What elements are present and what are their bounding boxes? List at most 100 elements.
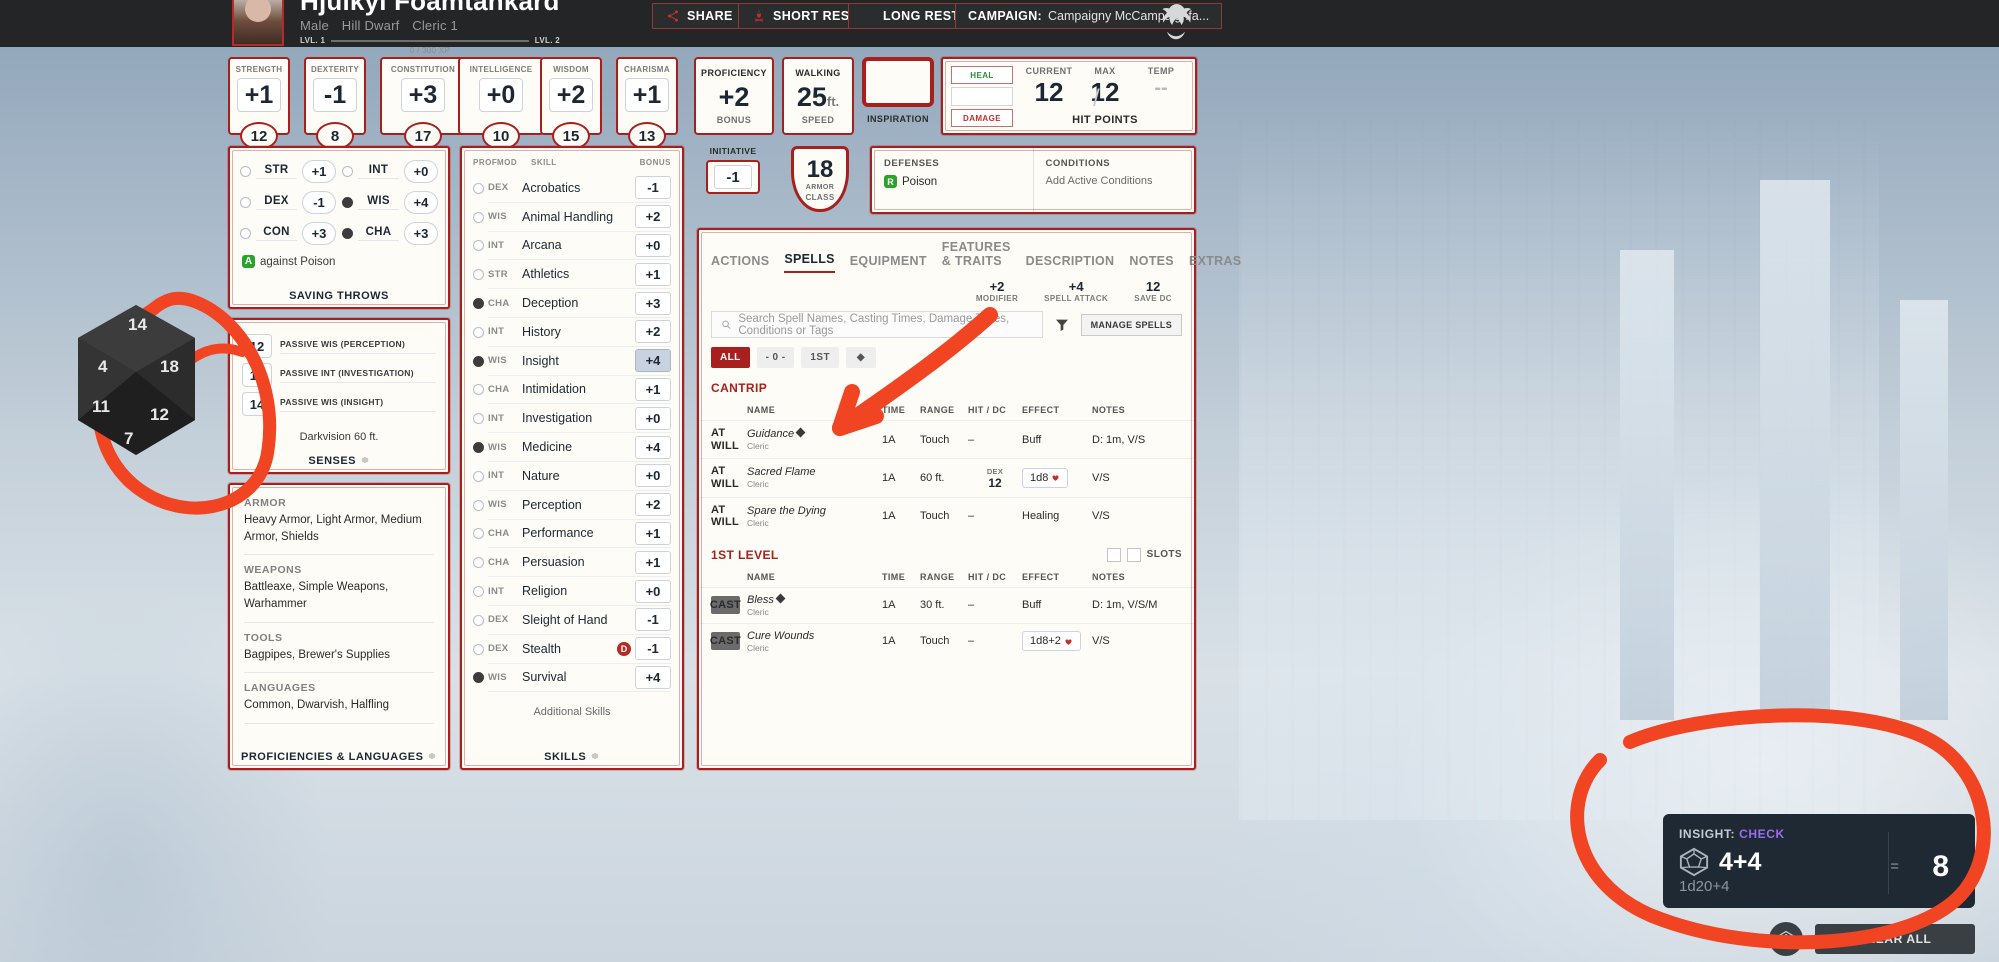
skill-proficiency-dot[interactable]	[473, 557, 484, 569]
tab-spells[interactable]: SPELLS	[784, 252, 835, 273]
spell-search-input[interactable]: Search Spell Names, Casting Times, Damag…	[711, 311, 1043, 338]
ability-strength[interactable]: STRENGTH +1 12	[228, 57, 290, 150]
skill-row[interactable]: INT Religion +0	[462, 577, 682, 606]
skill-bonus[interactable]: +1	[635, 521, 671, 545]
skill-row[interactable]: STR Athletics +1	[462, 260, 682, 290]
skill-bonus[interactable]: -1	[635, 608, 671, 632]
skill-bonus[interactable]: +0	[635, 464, 671, 488]
tab-actions[interactable]: ACTIONS	[711, 254, 769, 273]
skill-proficiency-dot[interactable]	[473, 269, 484, 281]
add-conditions-link[interactable]: Add Active Conditions	[1046, 175, 1183, 187]
ability-modifier[interactable]: -1	[313, 78, 357, 112]
spell-name-cell[interactable]: Sacred Flame Cleric	[747, 466, 882, 489]
skill-proficiency-dot[interactable]	[473, 528, 484, 540]
spell-slot-box[interactable]	[1106, 547, 1121, 562]
skill-proficiency-dot[interactable]	[473, 614, 484, 626]
spell-row[interactable]: AT WILL Guidance Cleric 1A Touch – Buff D: 1m, V…	[699, 420, 1194, 458]
initiative-box[interactable]: INITIATIVE -1	[697, 146, 769, 200]
skill-proficiency-dot[interactable]	[473, 298, 484, 310]
proficiency-dot[interactable]	[240, 166, 251, 177]
skill-bonus[interactable]: +2	[635, 205, 671, 229]
skill-row[interactable]: INT History +2	[462, 318, 682, 347]
gear-icon[interactable]	[360, 455, 370, 465]
defense-item-poison[interactable]: R Poison	[884, 175, 1021, 188]
skill-bonus[interactable]: +1	[635, 377, 671, 401]
skill-row[interactable]: INT Nature +0	[462, 462, 682, 491]
damage-roll-button[interactable]: 1d8	[1022, 467, 1069, 488]
ability-constitution[interactable]: CONSTITUTION +3 17	[380, 57, 466, 150]
ability-dexterity[interactable]: DEXTERITY -1 8	[304, 57, 366, 150]
skill-proficiency-dot[interactable]	[473, 326, 484, 338]
skill-bonus[interactable]: +0	[635, 233, 671, 257]
saving-throw-con[interactable]: CON +3	[240, 222, 336, 245]
skill-row[interactable]: INT Arcana +0	[462, 232, 682, 261]
skill-row[interactable]: WIS Medicine +4	[462, 433, 682, 462]
skill-bonus[interactable]: +1	[635, 550, 671, 574]
xp-progress[interactable]: LVL. 1 LVL. 2	[300, 36, 560, 45]
sense-row-insight[interactable]: 14 PASSIVE WIS (INSIGHT)	[230, 387, 448, 416]
gear-icon[interactable]	[590, 751, 600, 761]
spell-slot-box[interactable]	[1126, 547, 1141, 562]
spell-level-chip[interactable]: ◆	[845, 347, 876, 368]
proficiency-dot[interactable]	[342, 166, 353, 177]
character-name[interactable]: Hjulkyl Foamtankard	[300, 0, 560, 17]
proficiency-dot[interactable]	[240, 228, 251, 239]
saving-throw-dex[interactable]: DEX -1	[240, 191, 336, 214]
cast-button[interactable]: CAST	[710, 632, 741, 651]
dice-roller-button[interactable]	[1769, 922, 1803, 956]
ability-modifier[interactable]: +1	[237, 78, 281, 112]
skill-proficiency-dot[interactable]	[473, 586, 484, 598]
skill-proficiency-dot[interactable]	[473, 442, 484, 454]
tab-description[interactable]: DESCRIPTION	[1026, 254, 1115, 273]
skill-row[interactable]: WIS Animal Handling +2	[462, 203, 682, 232]
skill-row[interactable]: WIS Perception +2	[462, 491, 682, 520]
filter-icon[interactable]	[1051, 317, 1073, 333]
manage-spells-button[interactable]: MANAGE SPELLS	[1080, 313, 1182, 336]
ability-modifier[interactable]: +2	[549, 78, 593, 112]
spell-row[interactable]: CAST Bless Cleric 1A 30 ft. – Buff D: 1m, V/S/M	[699, 586, 1194, 623]
skill-proficiency-dot[interactable]	[473, 672, 484, 684]
dnd-beyond-logo[interactable]	[1150, 0, 1202, 46]
skill-proficiency-dot[interactable]	[473, 240, 484, 252]
skill-row[interactable]: CHA Persuasion +1	[462, 548, 682, 578]
ability-modifier[interactable]: +3	[401, 78, 445, 112]
skill-row[interactable]: CHA Intimidation +1	[462, 376, 682, 405]
spell-row[interactable]: AT WILL Sacred Flame Cleric 1A 60 ft. DEX 12 1d8…	[699, 458, 1194, 496]
skill-proficiency-dot[interactable]	[473, 355, 484, 367]
skill-proficiency-dot[interactable]	[473, 499, 484, 511]
hp-current[interactable]: CURRENT 12	[1021, 66, 1077, 108]
heal-button[interactable]: HEAL	[951, 66, 1013, 84]
spell-name-cell[interactable]: Bless Cleric	[747, 593, 882, 617]
skill-row[interactable]: DEX Stealth D -1	[462, 635, 682, 664]
tab-extras[interactable]: EXTRAS	[1189, 254, 1242, 273]
damage-roll-button[interactable]: 1d8+2	[1022, 631, 1081, 652]
ability-modifier[interactable]: +1	[625, 78, 669, 112]
cast-button[interactable]: CAST	[710, 596, 741, 615]
tab-notes[interactable]: NOTES	[1129, 254, 1174, 273]
gear-icon[interactable]	[427, 751, 437, 761]
ability-modifier[interactable]: +0	[479, 78, 523, 112]
skill-bonus[interactable]: -1	[635, 176, 671, 200]
skill-bonus[interactable]: +1	[635, 262, 671, 286]
proficiency-dot[interactable]	[342, 228, 353, 239]
spell-name-cell[interactable]: Spare the Dying Cleric	[747, 505, 882, 528]
ability-wisdom[interactable]: WISDOM +2 15	[540, 57, 602, 150]
inspiration-box[interactable]: INSPIRATION	[862, 57, 934, 135]
proficiency-dot[interactable]	[342, 197, 353, 208]
inspiration-shield[interactable]	[862, 57, 934, 107]
saving-throw-wis[interactable]: WIS +4	[342, 191, 438, 214]
skill-row[interactable]: INT Investigation +0	[462, 404, 682, 434]
spell-row[interactable]: CAST Cure Wounds Cleric 1A Touch –1d8+2 V/S	[699, 622, 1194, 659]
spell-row[interactable]: AT WILL Spare the Dying Cleric 1A Touch – Heali…	[699, 496, 1194, 535]
proficiency-bonus-box[interactable]: PROFICIENCY +2 BONUS	[694, 57, 774, 135]
skill-row[interactable]: CHA Deception +3	[462, 289, 682, 318]
avatar[interactable]	[232, 0, 284, 46]
additional-skills-link[interactable]: Additional Skills	[462, 706, 682, 718]
skill-row[interactable]: CHA Performance +1	[462, 520, 682, 549]
skill-row[interactable]: WIS Survival +4	[462, 664, 682, 693]
proficiency-dot[interactable]	[240, 197, 251, 208]
sense-row-investigation[interactable]: 10 PASSIVE INT (INVESTIGATION)	[230, 358, 448, 387]
skill-proficiency-dot[interactable]	[473, 384, 484, 396]
saving-throw-str[interactable]: STR +1	[240, 160, 336, 183]
damage-button[interactable]: DAMAGE	[951, 109, 1013, 127]
